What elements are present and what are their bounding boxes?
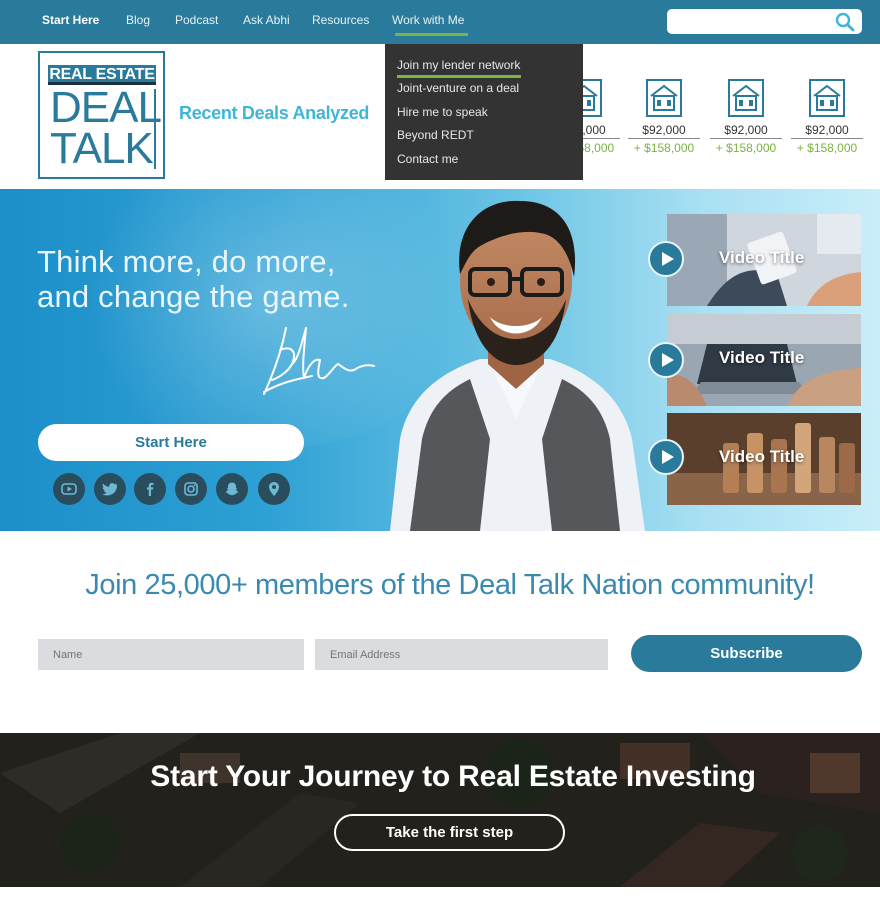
search-input[interactable]: [667, 9, 862, 34]
nav-podcast[interactable]: Podcast: [175, 13, 218, 27]
snapchat-icon[interactable]: [216, 473, 248, 505]
tagline-line-2: and change the game.: [37, 279, 350, 314]
journey-banner: Start Your Journey to Real Estate Invest…: [0, 733, 880, 887]
menu-item-hire-speaker[interactable]: Hire me to speak: [385, 104, 583, 127]
site-logo[interactable]: REAL ESTATE DEAL TALK: [38, 51, 165, 179]
video-thumbnail-1[interactable]: Video Title: [667, 214, 861, 306]
deal-card[interactable]: $92,000 + $158,000: [628, 78, 700, 158]
nav-start-here[interactable]: Start Here: [42, 13, 99, 27]
start-here-button[interactable]: Start Here: [38, 424, 304, 461]
search-icon[interactable]: [834, 11, 856, 33]
play-icon[interactable]: [648, 439, 684, 475]
deal-card[interactable]: $92,000 + $158,000: [791, 78, 863, 158]
tagline-line-1: Think more, do more,: [37, 244, 336, 279]
logo-talk-text: TALK: [50, 124, 154, 173]
twitter-icon[interactable]: [94, 473, 126, 505]
play-icon[interactable]: [648, 342, 684, 378]
email-field[interactable]: [315, 639, 608, 670]
youtube-icon[interactable]: [53, 473, 85, 505]
nav-work-with-me[interactable]: Work with Me: [392, 13, 464, 27]
deal-price: $92,000: [791, 123, 863, 139]
video-thumbnail-3[interactable]: Video Title: [667, 413, 861, 505]
host-portrait: [390, 200, 645, 531]
aerial-neighborhood-image: [0, 733, 880, 887]
logo-tag: REAL ESTATE: [48, 65, 156, 85]
subscribe-button[interactable]: Subscribe: [631, 635, 862, 672]
facebook-icon[interactable]: [134, 473, 166, 505]
deal-price: $92,000: [628, 123, 700, 139]
deal-profit: + $158,000: [633, 141, 695, 155]
play-icon[interactable]: [648, 241, 684, 277]
video-title: Video Title: [719, 447, 805, 466]
instagram-icon[interactable]: [175, 473, 207, 505]
hero-tagline: Think more, do more, and change the game…: [37, 244, 350, 314]
menu-item-joint-venture[interactable]: Joint-venture on a deal: [385, 80, 583, 103]
deal-profit: + $158,000: [796, 141, 858, 155]
deal-card[interactable]: $92,000 + $158,000: [710, 78, 782, 158]
top-nav: Start Here Blog Podcast Ask Abhi Resourc…: [0, 0, 880, 44]
video-thumbnail-2[interactable]: Video Title: [667, 314, 861, 406]
house-icon: [646, 79, 682, 117]
menu-item-beyond-redt[interactable]: Beyond REDT: [385, 127, 583, 150]
house-icon: [728, 79, 764, 117]
join-heading: Join 25,000+ members of the Deal Talk Na…: [85, 569, 815, 601]
take-first-step-button[interactable]: Take the first step: [334, 814, 565, 851]
video-title: Video Title: [719, 348, 805, 367]
nav-blog[interactable]: Blog: [126, 13, 150, 27]
journey-heading: Start Your Journey to Real Estate Invest…: [150, 760, 756, 793]
menu-item-highlight: [397, 75, 521, 78]
name-field[interactable]: [38, 639, 304, 670]
location-icon[interactable]: [258, 473, 290, 505]
deal-profit: + $158,000: [715, 141, 777, 155]
video-title: Video Title: [719, 248, 805, 267]
nav-active-underline: [395, 33, 468, 36]
logo-divider: [154, 89, 156, 169]
nav-ask-abhi[interactable]: Ask Abhi: [243, 13, 290, 27]
deal-price: $92,000: [710, 123, 782, 139]
signature-image: [263, 327, 375, 395]
menu-item-contact[interactable]: Contact me: [385, 151, 583, 174]
work-with-me-dropdown: Join my lender network Joint-venture on …: [385, 44, 583, 180]
recent-deals-title: Recent Deals Analyzed: [179, 103, 370, 123]
house-icon: [809, 79, 845, 117]
nav-resources[interactable]: Resources: [312, 13, 369, 27]
